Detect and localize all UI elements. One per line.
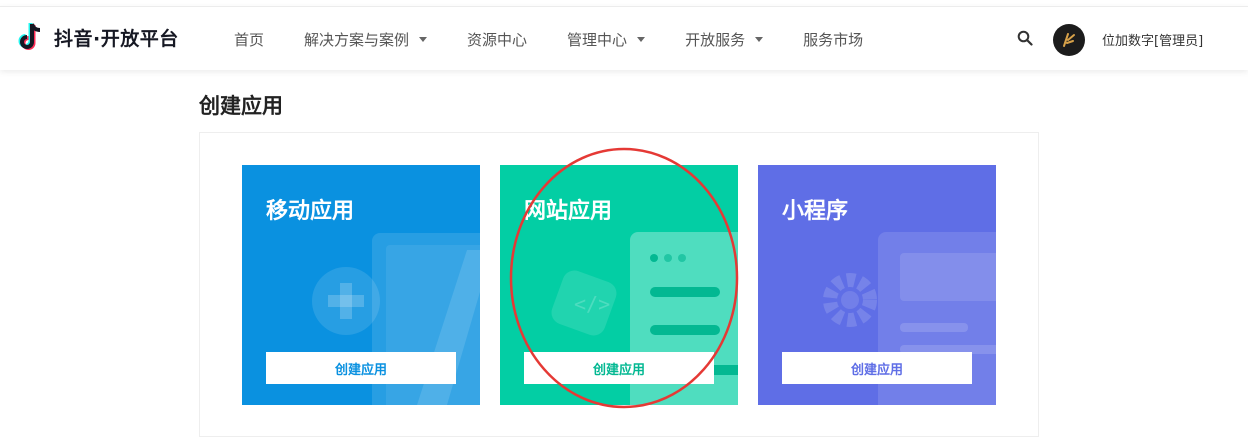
search-icon[interactable] (1017, 30, 1033, 46)
nav-item-label: 服务市场 (803, 30, 864, 49)
card-mobile-app[interactable]: 移动应用 创建应用 (242, 165, 480, 405)
nav-item-solutions[interactable]: 解决方案与案例 (304, 29, 428, 50)
nav-item-label: 解决方案与案例 (304, 30, 410, 49)
nav-item-open-services[interactable]: 开放服务 (685, 29, 764, 50)
card-title: 小程序 (782, 199, 849, 224)
card-mini-program[interactable]: 小程序 创建应用 (758, 165, 996, 405)
nav-item-label: 管理中心 (567, 30, 628, 49)
create-mini-program-button[interactable]: 创建应用 (782, 352, 972, 384)
create-mobile-app-button[interactable]: 创建应用 (266, 352, 456, 384)
avatar-logo-icon (1063, 33, 1075, 47)
nav-item-label: 开放服务 (685, 30, 746, 49)
card-web-app[interactable]: </> 网站应用 创建应用 (500, 165, 738, 405)
douyin-logo-icon (18, 23, 41, 50)
avatar[interactable] (1053, 24, 1085, 56)
nav-item-label: 资源中心 (467, 30, 528, 49)
page-title: 创建应用 (199, 94, 283, 118)
create-web-app-button[interactable]: 创建应用 (524, 352, 714, 384)
nav-item-resources[interactable]: 资源中心 (467, 29, 527, 50)
logo[interactable]: 抖音·开放平台 (18, 19, 179, 55)
caret-down-icon (755, 36, 764, 42)
nav-item-label: 首页 (234, 30, 265, 49)
caret-down-icon (637, 36, 646, 42)
top-navigation-bar: 抖音·开放平台 首页 解决方案与案例 资源中心 管理中心 开放服务 服务市场 位… (0, 6, 1248, 70)
nav-item-home[interactable]: 首页 (234, 29, 264, 50)
svg-text:</>: </> (574, 292, 610, 316)
nav-item-service-market[interactable]: 服务市场 (803, 29, 863, 50)
caret-down-icon (419, 36, 428, 42)
card-title: 移动应用 (266, 199, 355, 224)
user-name[interactable]: 位加数字[管理员] (1102, 30, 1203, 49)
card-title: 网站应用 (524, 199, 613, 224)
logo-text: 抖音·开放平台 (54, 27, 179, 50)
main-nav: 首页 解决方案与案例 资源中心 管理中心 开放服务 服务市场 (234, 7, 903, 71)
nav-item-management[interactable]: 管理中心 (567, 29, 646, 50)
